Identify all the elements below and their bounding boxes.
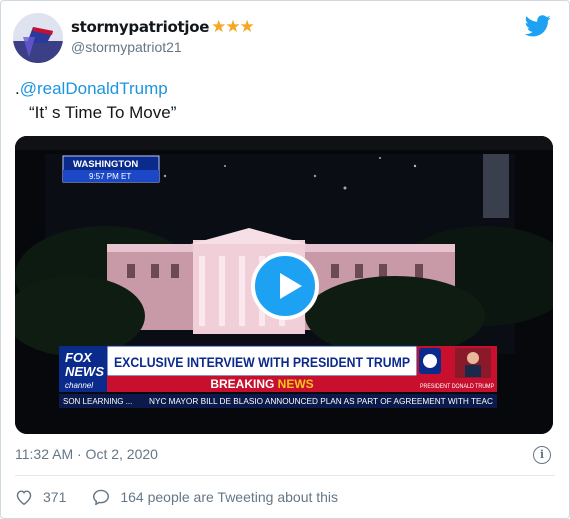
divider xyxy=(15,475,555,476)
info-icon[interactable]: i xyxy=(533,446,551,464)
ticker-text: NYC MAYOR BILL DE BLASIO ANNOUNCED PLAN … xyxy=(149,397,493,406)
tweet-quote: “It’ s Time To Move” xyxy=(29,103,177,122)
tweet-timestamp[interactable]: 11:32 AM · Oct 2, 2020 xyxy=(15,446,158,462)
like-action[interactable]: 371 xyxy=(15,489,66,505)
headline-text: EXCLUSIVE INTERVIEW WITH PRESIDENT TRUMP xyxy=(114,355,410,370)
fox-logo-line3: channel xyxy=(65,381,93,390)
reply-bubble-icon xyxy=(93,489,110,505)
side-caption: PRESIDENT DONALD TRUMP xyxy=(420,383,494,390)
location-time: 9:57 PM ET xyxy=(89,172,131,181)
avatar-image xyxy=(13,13,63,63)
mention-link[interactable]: @realDonaldTrump xyxy=(20,79,168,98)
breaking-word: BREAKING xyxy=(210,377,274,391)
people-tweeting-action[interactable]: 164 people are Tweeting about this xyxy=(92,489,338,505)
display-name[interactable]: stormypatriotjoe xyxy=(71,18,209,36)
news-word: NEWS xyxy=(278,377,314,391)
breaking-news-label: BREAKING NEWS xyxy=(210,377,313,391)
video-player[interactable]: WASHINGTON 9:57 PM ET FOX NEWS channel E… xyxy=(15,136,553,434)
twitter-bird-icon[interactable] xyxy=(525,15,551,37)
star-emoji-icons: ★★★ xyxy=(211,17,255,36)
play-button[interactable] xyxy=(251,252,319,320)
avatar[interactable] xyxy=(13,13,63,63)
user-handle[interactable]: @stormypatriot21 xyxy=(71,39,182,55)
heart-icon xyxy=(16,490,32,505)
fox-logo-line2: NEWS xyxy=(65,364,104,379)
fox-logo-line1: FOX xyxy=(65,350,93,365)
tweet-text: .@realDonaldTrump “It’ s Time To Move” xyxy=(15,77,176,125)
people-tweeting-text: 164 people are Tweeting about this xyxy=(120,489,339,505)
like-count: 371 xyxy=(43,489,67,505)
ticker-left: SON LEARNING ... xyxy=(63,397,132,406)
tweet-card: stormypatriotjoe ★★★ @stormypatriot21 .@… xyxy=(0,0,570,519)
location-label: WASHINGTON xyxy=(73,159,138,170)
name-row: stormypatriotjoe ★★★ xyxy=(71,17,255,37)
tweet-actions: 371 164 people are Tweeting about this xyxy=(15,489,364,505)
